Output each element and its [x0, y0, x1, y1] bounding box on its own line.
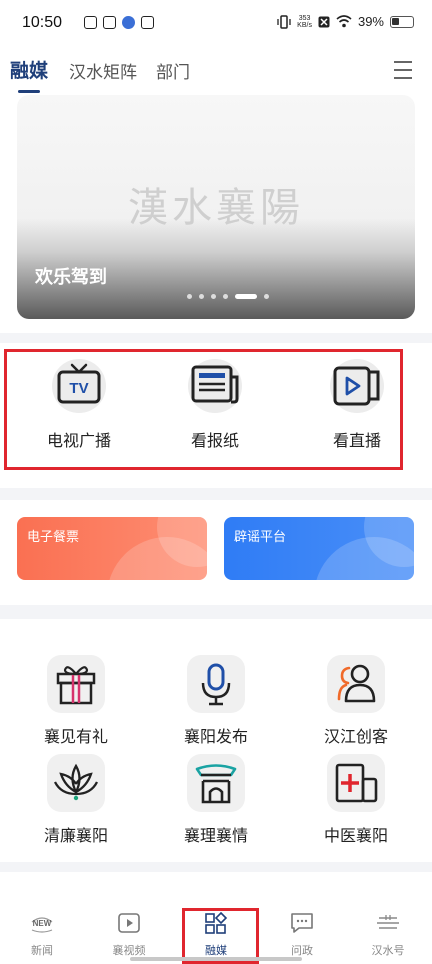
media-label: 看报纸: [190, 431, 239, 450]
carousel-dot-active[interactable]: [235, 294, 257, 299]
app-label: 中医襄阳: [323, 826, 388, 845]
chat-icon: [290, 912, 314, 934]
carousel-dot[interactable]: [211, 294, 216, 299]
live-stream-icon: [330, 359, 384, 413]
top-tabs: 融媒 汉水矩阵 部门: [0, 52, 432, 94]
gate-icon: [187, 754, 245, 812]
status-right: 353 KB/s 39%: [277, 14, 414, 29]
app-label: 襄阳发布: [183, 727, 248, 746]
section-divider: [0, 488, 432, 500]
wifi-icon: [336, 15, 352, 28]
card-rumor-platform[interactable]: 辟谣平台: [224, 517, 414, 580]
menu-icon[interactable]: [394, 61, 412, 79]
app-label: 清廉襄阳: [43, 826, 108, 845]
carousel-dot[interactable]: [199, 294, 204, 299]
media-section: TV 电视广播 看报纸 看直播: [4, 349, 403, 470]
lotus-icon: [47, 754, 105, 812]
vibrate-icon: [277, 14, 291, 29]
app-xiangyang-release[interactable]: 襄阳发布: [166, 655, 266, 747]
section-divider: [0, 862, 432, 872]
tab-hanshui-matrix[interactable]: 汉水矩阵: [69, 58, 137, 83]
tab-underline: [18, 90, 40, 93]
notification-icon: [141, 16, 154, 29]
media-newspaper[interactable]: 看报纸: [160, 359, 270, 451]
home-indicator[interactable]: [130, 957, 302, 961]
app-clean-xiangyang[interactable]: 清廉襄阳: [26, 754, 126, 846]
media-tv-broadcast[interactable]: TV 电视广播: [24, 359, 134, 451]
battery-icon: [390, 15, 414, 28]
status-time: 10:50: [22, 14, 63, 31]
sim-icon: [318, 16, 330, 27]
notification-icon: [84, 16, 97, 29]
medical-cross-icon: [327, 754, 385, 812]
video-play-icon: [117, 912, 141, 934]
app-label: 汉江创客: [323, 727, 388, 746]
nav-label: 襄视频: [112, 944, 146, 957]
app-xiangli-xiangqing[interactable]: 襄理襄情: [166, 754, 266, 846]
newspaper-icon: [188, 359, 242, 413]
carousel-dot[interactable]: [223, 294, 228, 299]
banner-watermark: 漢水襄陽: [128, 185, 304, 231]
media-label: 看直播: [332, 431, 381, 450]
media-label: 电视广播: [46, 431, 111, 450]
net-speed-value: 353: [298, 14, 311, 22]
nav-label: 汉水号: [371, 944, 405, 957]
tv-icon: TV: [52, 359, 106, 413]
card-label: 电子餐票: [27, 530, 80, 545]
net-speed-unit: KB/s: [297, 21, 312, 29]
card-e-meal-ticket[interactable]: 电子餐票: [17, 517, 207, 580]
app-tcm-xiangyang[interactable]: 中医襄阳: [306, 754, 406, 846]
nav-label: 问政: [291, 944, 313, 957]
carousel-dot[interactable]: [264, 294, 269, 299]
nav-video[interactable]: 襄视频: [99, 912, 159, 958]
nav-news[interactable]: NEW 新闻: [12, 912, 72, 958]
app-label: 襄见有礼: [43, 727, 108, 746]
new-badge-text: NEW: [33, 919, 52, 928]
app-gift[interactable]: 襄见有礼: [26, 655, 126, 747]
waves-icon: [376, 912, 400, 934]
carousel-dots: [187, 294, 269, 299]
notification-icon: [122, 16, 135, 29]
app-label: 襄理襄情: [183, 826, 248, 845]
battery-percent: 39%: [357, 14, 384, 29]
microphone-icon: [187, 655, 245, 713]
nav-hanshuihao[interactable]: 汉水号: [358, 912, 418, 958]
status-bar: 10:50 353 KB/s 39%: [0, 0, 432, 50]
notification-icon: [103, 16, 116, 29]
section-divider: [0, 333, 432, 343]
banner-caption: 欢乐驾到: [35, 267, 107, 288]
net-speed: 353 KB/s: [297, 15, 312, 29]
section-divider: [0, 605, 432, 619]
app-hanjiang-maker[interactable]: 汉江创客: [306, 655, 406, 747]
nav-wenzheng[interactable]: 问政: [272, 912, 332, 958]
nav-label: 新闻: [31, 944, 53, 957]
notification-icons: [84, 16, 154, 29]
media-live-stream[interactable]: 看直播: [302, 359, 412, 451]
tab-rongmei[interactable]: 融媒: [10, 56, 48, 83]
banner-carousel[interactable]: 漢水襄陽 欢乐驾到: [17, 95, 415, 319]
nav-highlight-box: [182, 908, 259, 964]
card-label: 辟谣平台: [234, 530, 287, 545]
carousel-dot[interactable]: [187, 294, 192, 299]
svg-text:TV: TV: [69, 380, 88, 397]
new-icon: NEW: [30, 912, 54, 934]
people-icon: [327, 655, 385, 713]
gift-icon: [47, 655, 105, 713]
tab-department[interactable]: 部门: [156, 58, 190, 83]
